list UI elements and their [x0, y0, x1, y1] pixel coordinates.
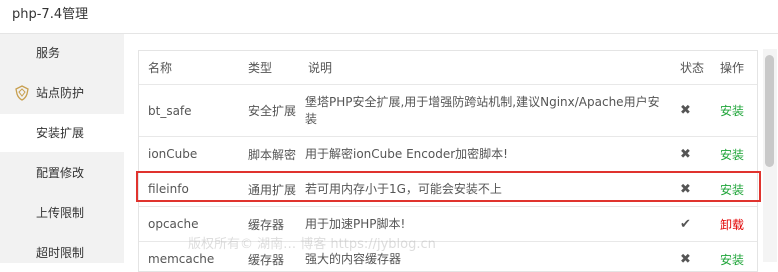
uninstall-button[interactable]: 卸载 — [711, 207, 757, 242]
sidebar-item-upload-limit[interactable]: 上传限制 — [0, 194, 124, 232]
extension-description: 用于加速PHP脚本! — [299, 207, 671, 242]
table-row: fileinfo 通用扩展 若可用内存小于1G，可能会安装不上 ✖ 安装 — [139, 172, 757, 207]
sidebar-item-install-extension[interactable]: 安装扩展 — [0, 114, 124, 152]
extension-name: fileinfo — [139, 172, 239, 207]
extension-description: 强大的内容缓存器 — [299, 242, 671, 272]
sidebar-item-site-protection[interactable]: 站点防护 — [0, 74, 124, 112]
sidebar-item-label: 服务 — [36, 34, 60, 72]
shield-icon — [14, 85, 30, 101]
sidebar-item-label: 超时限制 — [36, 234, 84, 272]
status-installed-icon: ✔ — [671, 207, 711, 242]
extension-type: 缓存器 — [239, 242, 299, 272]
column-header-operation: 操作 — [711, 51, 757, 85]
table-row: opcache 缓存器 用于加速PHP脚本! ✔ 卸载 — [139, 207, 757, 242]
sidebar-item-label: 上传限制 — [36, 194, 84, 232]
sidebar: 服务 站点防护 安装扩展 配置修改 上传限制 超时限制 — [0, 33, 124, 263]
main-panel: 名称 类型 说明 状态 操作 bt_safe 安全扩展 堡塔PHP安全扩展,用于… — [124, 33, 778, 263]
extension-name: memcache — [139, 242, 239, 272]
install-button[interactable]: 安装 — [711, 242, 757, 272]
table-header-row: 名称 类型 说明 状态 操作 — [139, 51, 757, 85]
status-not-installed-icon: ✖ — [671, 172, 711, 207]
sidebar-item-label: 站点防护 — [36, 74, 84, 112]
extension-name: ionCube — [139, 137, 239, 172]
sidebar-item-label: 配置修改 — [36, 154, 84, 192]
extension-table-container: 名称 类型 说明 状态 操作 bt_safe 安全扩展 堡塔PHP安全扩展,用于… — [138, 50, 758, 272]
extension-table: 名称 类型 说明 状态 操作 bt_safe 安全扩展 堡塔PHP安全扩展,用于… — [139, 51, 757, 272]
column-header-type: 类型 — [239, 51, 299, 85]
table-row: memcache 缓存器 强大的内容缓存器 ✖ 安装 — [139, 242, 757, 272]
column-header-status: 状态 — [671, 51, 711, 85]
status-not-installed-icon: ✖ — [671, 242, 711, 272]
table-row: ionCube 脚本解密 用于解密ionCube Encoder加密脚本! ✖ … — [139, 137, 757, 172]
column-header-desc: 说明 — [299, 51, 671, 85]
install-button[interactable]: 安装 — [711, 172, 757, 207]
install-button[interactable]: 安装 — [711, 85, 757, 137]
sidebar-item-timeout-limit[interactable]: 超时限制 — [0, 234, 124, 272]
status-not-installed-icon: ✖ — [671, 85, 711, 137]
extension-type: 脚本解密 — [239, 137, 299, 172]
sidebar-item-config[interactable]: 配置修改 — [0, 154, 124, 192]
extension-type: 缓存器 — [239, 207, 299, 242]
sidebar-item-service[interactable]: 服务 — [0, 34, 124, 72]
window-title: php-7.4管理 — [12, 4, 88, 26]
extension-description: 若可用内存小于1G，可能会安装不上 — [299, 172, 671, 207]
sidebar-item-label: 安装扩展 — [36, 114, 84, 152]
extension-description: 堡塔PHP安全扩展,用于增强防跨站机制,建议Nginx/Apache用户安装 — [299, 85, 671, 137]
extension-type: 安全扩展 — [239, 85, 299, 137]
extension-description: 用于解密ionCube Encoder加密脚本! — [299, 137, 671, 172]
extension-name: opcache — [139, 207, 239, 242]
install-button[interactable]: 安装 — [711, 137, 757, 172]
status-not-installed-icon: ✖ — [671, 137, 711, 172]
extension-name: bt_safe — [139, 85, 239, 137]
table-row: bt_safe 安全扩展 堡塔PHP安全扩展,用于增强防跨站机制,建议Nginx… — [139, 85, 757, 137]
column-header-name: 名称 — [139, 51, 239, 85]
table-scrollbar[interactable] — [763, 49, 777, 262]
extension-type: 通用扩展 — [239, 172, 299, 207]
scrollbar-thumb[interactable] — [765, 55, 774, 167]
